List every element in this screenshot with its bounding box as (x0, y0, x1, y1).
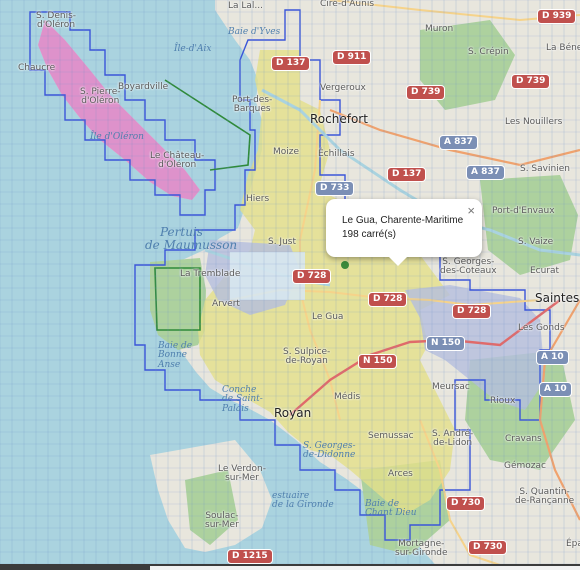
marker-dot (341, 261, 349, 269)
close-icon[interactable]: × (467, 203, 475, 218)
map-base (0, 0, 580, 570)
label-st-vaize: S. Vaize (518, 237, 554, 247)
bottom-bar (0, 564, 580, 570)
label-gemozac: Gémozac (504, 461, 546, 471)
shield-d939: D 939 (538, 10, 576, 23)
shield-a837b: A 837 (467, 166, 504, 179)
label-muron: Muron (425, 24, 454, 34)
shield-a10b: A 10 (540, 383, 571, 396)
label-cire: Ciré-d'Aunis (320, 0, 375, 9)
label-st-just: S. Just (268, 237, 297, 247)
label-st-quantin: S. Quantin- de-Rançanne (515, 487, 575, 507)
label-les-nouillers: Les Nouillers (505, 117, 563, 127)
shield-d911: D 911 (333, 51, 371, 64)
shield-d1215: D 1215 (228, 550, 272, 563)
label-arvert: Arvert (212, 299, 240, 309)
label-baie-yves: Baie d'Yves (228, 27, 281, 37)
label-meursac: Meursac (432, 382, 470, 392)
label-st-denis: S. Denis- d'Oléron (36, 11, 77, 31)
label-echillais: Échillais (318, 149, 355, 159)
shield-d730a: D 730 (447, 497, 485, 510)
shield-a10a: A 10 (537, 351, 568, 364)
label-st-andre: S. André- de-Lidon (432, 429, 474, 449)
shield-d730b: D 730 (469, 541, 507, 554)
popup-content: Le Gua, Charente-Maritime 198 carré(s) (342, 214, 463, 242)
label-boyardville: Boyardville (118, 82, 169, 92)
label-ile-aix: Île-d'Aix (174, 44, 212, 54)
shield-n150a: N 150 (359, 355, 397, 368)
label-semussac: Semussac (368, 431, 414, 441)
label-st-savinien: S. Savinien (520, 164, 570, 174)
label-les-gonds: Les Gonds (518, 323, 565, 333)
label-saintes: Saintes (535, 291, 580, 305)
shield-d137b: D 137 (272, 57, 310, 70)
label-chaucre: Chaucre (18, 63, 56, 73)
label-le-chateau: Le Château- d'Oléron (150, 151, 205, 171)
label-port-des-barques: Port-des- Barques (232, 95, 273, 115)
shield-d728c: D 728 (453, 305, 491, 318)
popup-count: 198 carré(s) (342, 229, 396, 240)
label-la-tremblade: La Tremblade (180, 269, 241, 279)
shield-d728a: D 728 (293, 270, 331, 283)
label-medis: Médis (334, 392, 361, 402)
label-le-gua: Le Gua (312, 312, 344, 322)
shield-d137: D 137 (388, 168, 426, 181)
shield-d733: D 733 (316, 182, 354, 195)
shield-d728b: D 728 (369, 293, 407, 306)
label-mortagne: Mortagne- sur-Gironde (395, 539, 448, 559)
label-anse-bonne: Baie de Bonne Anse (158, 341, 193, 370)
label-le-verdon: Le Verdon- sur-Mer (218, 464, 266, 484)
label-estuaire: estuaire de la Gironde (272, 491, 334, 511)
label-arces: Arces (388, 469, 413, 479)
shield-d739b: D 739 (407, 86, 445, 99)
map-view[interactable]: S. Denis- d'Oléron Chaucre S. Pierre- d'… (0, 0, 580, 570)
label-rochefort: Rochefort (310, 112, 368, 126)
popup-title: Le Gua, Charente-Maritime (342, 215, 464, 226)
shield-n150b: N 150 (427, 337, 465, 350)
label-la-bene: La Béne (546, 43, 580, 53)
bottom-bar-segment (150, 566, 580, 570)
label-epargnes: Épargnes (566, 539, 580, 549)
label-hiers: Hiers (246, 194, 270, 204)
label-maumusson: de Maumusson (145, 238, 238, 252)
label-st-crepin: S. Crépin (468, 47, 509, 57)
label-st-sulpice: S. Sulpice- de-Royan (283, 347, 331, 367)
label-port-envaux: Port-d'Envaux (492, 206, 555, 216)
label-moize: Moize (273, 147, 300, 157)
label-cravans: Cravans (505, 434, 542, 444)
label-pertuis: Pertuis (160, 225, 203, 239)
label-rioux: Rioux (490, 396, 516, 406)
label-conche: Conche de Saint- Palais (222, 385, 263, 414)
shield-a837a: A 837 (440, 136, 477, 149)
label-royan: Royan (274, 406, 312, 420)
label-la-laleu: La Lal... (228, 1, 264, 11)
label-st-georges: S. Georges- des-Coteaux (440, 257, 497, 277)
map-popup: × Le Gua, Charente-Maritime 198 carré(s) (326, 199, 482, 266)
label-st-pierre: S. Pierre- d'Oléron (80, 87, 121, 107)
label-ecurat: Ecurat (530, 266, 560, 276)
label-vergeroux: Vergeroux (320, 83, 366, 93)
label-baie-chant: Baie de Chant Dieu (365, 499, 417, 519)
shield-d739a: D 739 (512, 75, 550, 88)
label-st-georges-didonne: S. Georges- de-Didonne (303, 441, 356, 461)
label-ile-oleron: Île d'Oléron (90, 132, 144, 142)
label-soulac: Soulac- sur-Mer (205, 511, 239, 531)
